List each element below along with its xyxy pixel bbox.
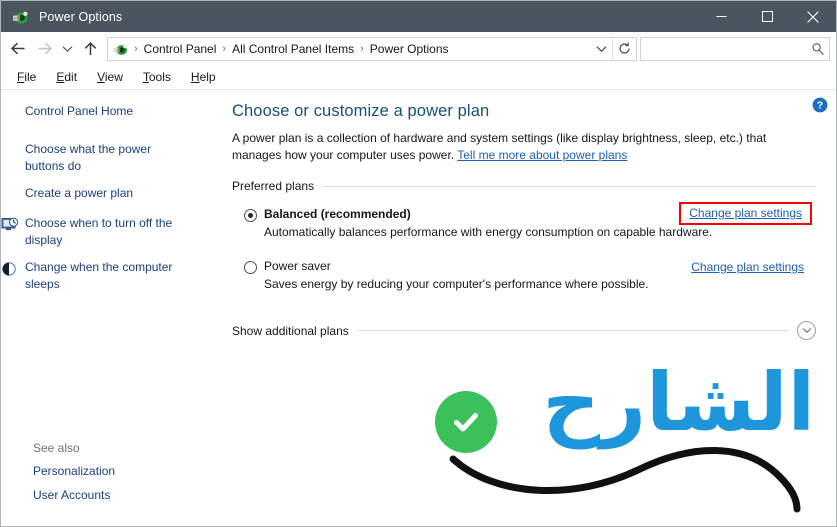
menu-file-rest: ile [24, 69, 37, 84]
close-button[interactable] [790, 1, 836, 32]
chevron-down-icon[interactable] [797, 321, 816, 340]
breadcrumb-control-panel[interactable]: Control Panel [141, 42, 220, 56]
plan-name: Power saver [264, 259, 331, 273]
monitor-clock-icon [1, 217, 21, 235]
radio-balanced[interactable] [244, 209, 257, 222]
sidebar-item-create-power-plan[interactable]: Create a power plan [1, 185, 223, 205]
intro-paragraph: A power plan is a collection of hardware… [232, 130, 812, 164]
change-plan-settings-balanced[interactable]: Change plan settings [679, 202, 812, 225]
sidebar-spacer-icon [1, 187, 21, 205]
power-options-window: Power Options › Control Panel › All Cont… [0, 0, 837, 527]
breadcrumb-separator: › [222, 42, 227, 55]
maximize-button[interactable] [744, 1, 790, 32]
show-additional-plans-row[interactable]: Show additional plans [232, 321, 816, 340]
power-plug-icon [12, 8, 30, 26]
menu-item-help[interactable]: Help [181, 65, 226, 90]
title-bar: Power Options [1, 1, 836, 32]
up-button[interactable] [77, 36, 103, 62]
recent-locations-chevron-icon[interactable] [57, 36, 77, 62]
plan-description: Automatically balances performance with … [264, 225, 713, 239]
sidebar-item-label: Control Panel Home [25, 104, 134, 118]
breadcrumb-power-icon [113, 41, 129, 57]
menu-item-edit[interactable]: Edit [46, 65, 87, 90]
plan-power-saver[interactable]: Power saver Saves energy by reducing you… [232, 259, 818, 291]
see-also-title: See also [33, 441, 80, 455]
sidebar-item-label: Choose what the power buttons do [25, 142, 152, 173]
preferred-plans-label: Preferred plans [232, 179, 315, 193]
sidebar-item-computer-sleeps[interactable]: Change when the computer sleeps [1, 259, 223, 293]
menu-help-rest: elp [199, 69, 216, 84]
sidebar: Control Panel Home Choose what the power… [1, 90, 223, 526]
see-also-personalization[interactable]: Personalization [33, 464, 213, 478]
address-bar[interactable]: › Control Panel › All Control Panel Item… [107, 36, 637, 61]
refresh-icon[interactable] [612, 37, 636, 60]
menu-edit-rest: dit [64, 69, 78, 84]
breadcrumb-all-control-panel-items[interactable]: All Control Panel Items [229, 42, 357, 56]
content-area: Control Panel Home Choose what the power… [1, 90, 836, 526]
sidebar-item-turn-off-display[interactable]: Choose when to turn off the display [1, 215, 223, 249]
back-button[interactable] [5, 36, 31, 62]
sidebar-item-label: Change when the computer sleeps [25, 260, 173, 291]
plan-name: Balanced (recommended) [264, 207, 411, 221]
menu-view-accesskey: V [97, 69, 105, 84]
radio-power-saver[interactable] [244, 261, 257, 274]
preferred-plans-group-header: Preferred plans [232, 179, 816, 193]
change-plan-settings-power-saver[interactable]: Change plan settings [691, 260, 804, 274]
window-controls [698, 1, 836, 32]
see-also-user-accounts[interactable]: User Accounts [33, 488, 213, 502]
chevron-down-icon[interactable] [590, 38, 612, 60]
sidebar-item-label: Choose when to turn off the display [25, 216, 173, 247]
tell-me-more-link[interactable]: Tell me more about power plans [457, 148, 627, 162]
sidebar-spacer-icon [1, 143, 21, 161]
plan-description: Saves energy by reducing your computer's… [264, 277, 649, 291]
sidebar-item-control-panel-home[interactable]: Control Panel Home [1, 103, 223, 123]
breadcrumb-power-options[interactable]: Power Options [367, 42, 452, 56]
search-input[interactable] [641, 38, 807, 59]
sidebar-spacer-icon [1, 105, 21, 123]
menu-tools-rest: ools [148, 69, 171, 84]
main-pane: ? Choose or customize a power plan A pow… [223, 90, 836, 526]
menu-item-file[interactable]: File [7, 65, 46, 90]
moon-sleep-icon [1, 261, 21, 279]
breadcrumb-separator: › [360, 42, 364, 55]
menu-help-accesskey: H [190, 69, 200, 84]
plan-balanced[interactable]: Balanced (recommended) Automatically bal… [232, 202, 818, 239]
search-box[interactable] [640, 36, 830, 61]
sidebar-item-label: Create a power plan [25, 186, 134, 200]
page-title: Choose or customize a power plan [232, 102, 490, 120]
minimize-button[interactable] [698, 1, 744, 32]
svg-text:?: ? [817, 100, 823, 112]
see-also-section: See also Personalization User Accounts [33, 441, 213, 512]
help-icon[interactable]: ? [812, 97, 828, 113]
window-title: Power Options [39, 9, 123, 24]
navigation-bar: › Control Panel › All Control Panel Item… [1, 32, 836, 65]
forward-button[interactable] [31, 36, 57, 62]
group-divider [323, 185, 816, 187]
breadcrumb-separator: › [134, 42, 138, 55]
show-additional-plans-label: Show additional plans [232, 323, 349, 338]
menu-item-view[interactable]: View [87, 65, 133, 90]
sidebar-item-power-buttons[interactable]: Choose what the power buttons do [1, 141, 223, 175]
menu-bar: File Edit View Tools Help [1, 65, 836, 90]
menu-view-rest: iew [104, 69, 123, 84]
additional-divider [357, 330, 788, 331]
menu-item-tools[interactable]: Tools [133, 65, 181, 90]
search-icon[interactable] [807, 38, 829, 60]
